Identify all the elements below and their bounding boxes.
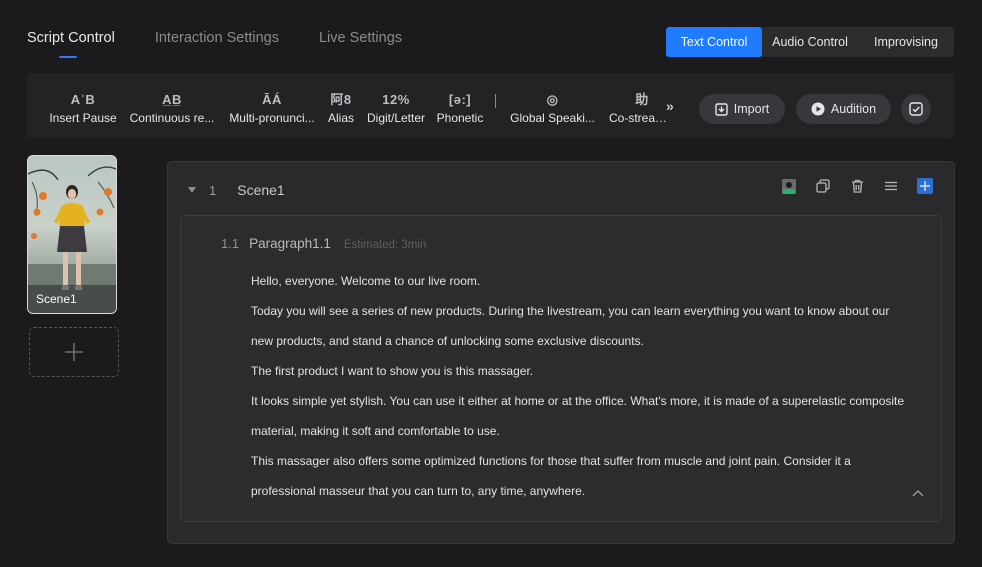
script-line: The first product I want to show you is … bbox=[251, 364, 534, 378]
scene-actions bbox=[772, 177, 942, 195]
tool-label: Continuous re... bbox=[129, 111, 215, 125]
script-line: Today you will see a series of new produ… bbox=[251, 304, 890, 318]
text-control-button[interactable]: Text Control bbox=[666, 27, 762, 57]
collapse-chevron-up-icon[interactable] bbox=[912, 484, 924, 502]
alias-tool[interactable]: 阿8 Alias bbox=[325, 91, 357, 125]
scene-thumbnail[interactable]: Scene1 bbox=[27, 155, 117, 314]
scene-number: 1 bbox=[209, 182, 217, 198]
checkbox-icon bbox=[909, 102, 923, 116]
paragraph-card: 1.1 Paragraph1.1 Estimated: 3min Hello, … bbox=[180, 215, 942, 522]
script-line: professional masseur that you can turn t… bbox=[251, 484, 586, 498]
audition-button[interactable]: Audition bbox=[796, 94, 891, 124]
tab-live-settings[interactable]: Live Settings bbox=[319, 30, 402, 46]
script-text-editor[interactable]: Hello, everyone. Welcome to our live roo… bbox=[251, 266, 921, 506]
digit-letter-icon: 12% bbox=[382, 92, 410, 107]
improvising-button[interactable]: Improvising bbox=[858, 27, 954, 57]
trash-icon[interactable] bbox=[840, 177, 874, 195]
script-line: Hello, everyone. Welcome to our live roo… bbox=[251, 274, 481, 288]
control-mode-switch: Text Control Audio Control Improvising bbox=[666, 27, 954, 57]
scene-card: 1 Scene1 1.1 Paragraph1.1 Estimated: 3mi… bbox=[167, 161, 955, 544]
top-tabs: Script Control Interaction Settings Live… bbox=[27, 30, 442, 58]
audition-label: Audition bbox=[830, 102, 877, 116]
avatar-icon[interactable] bbox=[772, 177, 806, 195]
audio-control-button[interactable]: Audio Control bbox=[762, 27, 858, 57]
tab-interaction-settings[interactable]: Interaction Settings bbox=[155, 30, 279, 46]
copy-icon[interactable] bbox=[806, 177, 840, 195]
paragraph-number: 1.1 bbox=[221, 236, 240, 251]
continuous-reading-tool[interactable]: A̲B̲ Continuous re... bbox=[128, 91, 216, 125]
phonetic-tool[interactable]: [ə:] Phonetic bbox=[434, 91, 486, 125]
scene-title[interactable]: Scene1 bbox=[237, 182, 284, 198]
estimated-duration: Estimated: 3min bbox=[343, 239, 427, 251]
play-icon bbox=[811, 102, 825, 116]
import-icon bbox=[715, 102, 728, 116]
multi-pronunciation-icon: ĀÁ bbox=[262, 92, 282, 107]
collapse-caret-icon[interactable] bbox=[188, 187, 196, 193]
insert-pause-tool[interactable]: AˈB Insert Pause bbox=[47, 91, 119, 125]
tool-label: Phonetic bbox=[436, 111, 484, 125]
paragraph-header: 1.1 Paragraph1.1 Estimated: 3min bbox=[221, 236, 426, 251]
tool-label: Digit/Letter bbox=[366, 111, 426, 125]
import-button[interactable]: Import bbox=[699, 94, 785, 124]
script-line: material, making it soft and comfortable… bbox=[251, 424, 500, 438]
plus-icon bbox=[65, 343, 83, 361]
phonetic-icon: [ə:] bbox=[448, 92, 472, 107]
alias-icon: 阿8 bbox=[330, 92, 352, 107]
scene-thumbnail-name: Scene1 bbox=[28, 285, 116, 313]
digit-letter-tool[interactable]: 12% Digit/Letter bbox=[365, 91, 427, 125]
global-speaking-tool[interactable]: ◎ Global Speaki... bbox=[508, 91, 597, 125]
check-button[interactable] bbox=[901, 94, 931, 124]
insert-pause-icon: AˈB bbox=[70, 92, 96, 107]
tab-script-control[interactable]: Script Control bbox=[27, 30, 115, 58]
paragraph-title[interactable]: Paragraph1.1 bbox=[249, 236, 331, 251]
global-speaking-icon: ◎ bbox=[546, 92, 559, 107]
more-tools-chevron-icon[interactable]: » bbox=[666, 98, 674, 114]
tool-label: Multi-pronunci... bbox=[229, 111, 315, 125]
multi-pronunciation-tool[interactable]: ĀÁ Multi-pronunci... bbox=[227, 91, 317, 125]
script-toolbar: AˈB Insert Pause A̲B̲ Continuous re... Ā… bbox=[27, 73, 954, 138]
add-paragraph-icon[interactable] bbox=[908, 177, 942, 195]
add-scene-button[interactable] bbox=[29, 327, 119, 377]
toolbar-divider bbox=[495, 94, 496, 108]
scene-header: 1 Scene1 bbox=[188, 182, 285, 198]
continuous-reading-icon: A̲B̲ bbox=[162, 92, 182, 107]
tool-label: Insert Pause bbox=[49, 111, 117, 125]
import-label: Import bbox=[733, 102, 770, 116]
script-line: This massager also offers some optimized… bbox=[251, 454, 851, 468]
script-line: It looks simple yet stylish. You can use… bbox=[251, 394, 905, 408]
tool-label: Alias bbox=[327, 111, 354, 125]
tool-label: Global Speaki... bbox=[510, 111, 595, 125]
menu-icon[interactable] bbox=[874, 177, 908, 195]
script-line: new products, and stand a chance of unlo… bbox=[251, 334, 644, 348]
